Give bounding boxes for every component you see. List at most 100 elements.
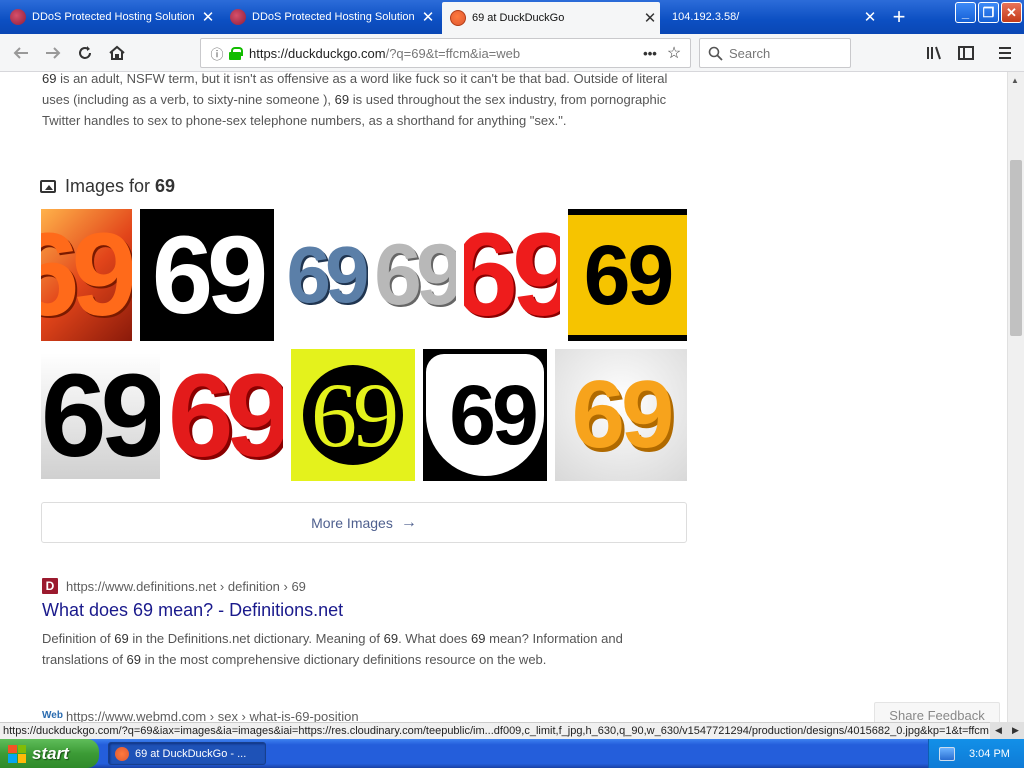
snippet-term: 69 (334, 92, 350, 107)
result-title-link[interactable]: What does 69 mean? - Definitions.net (42, 600, 692, 621)
scroll-up-icon[interactable]: ▲ (1011, 76, 1019, 85)
tab-title: DDoS Protected Hosting Solution (252, 11, 415, 23)
arrow-right-icon (46, 47, 61, 59)
menu-button[interactable] (991, 39, 1019, 67)
images-heading: Images for 69 (40, 176, 175, 197)
image-thumbnail[interactable]: 69 (140, 209, 274, 341)
page-actions-icon[interactable]: ••• (638, 46, 662, 61)
thumbnail-label: 69 (464, 209, 560, 341)
tab-ddos-2[interactable]: DDoS Protected Hosting Solution ✕ (222, 3, 438, 31)
url-path: /?q=69&t=ffcm&ia=web (385, 45, 521, 61)
back-button[interactable] (7, 39, 35, 67)
tab-title: DDoS Protected Hosting Solution (32, 11, 195, 23)
image-thumbnail[interactable]: 69 (41, 209, 132, 341)
new-tab-button[interactable]: + (884, 3, 914, 31)
thumbnail-label: 69 (449, 367, 538, 462)
home-button[interactable] (103, 39, 131, 67)
snippet-term: 69 (114, 631, 129, 646)
image-thumbnail[interactable]: 69 (282, 209, 368, 341)
definitions-favicon-icon: D (42, 578, 58, 594)
thumbnail-label: 69 (286, 230, 369, 319)
sidebar-icon (958, 46, 974, 60)
bookmark-star-icon[interactable]: ☆ (662, 43, 686, 63)
reload-icon (79, 46, 91, 59)
close-window-button[interactable]: ✕ (1001, 2, 1022, 23)
navigation-toolbar: ⓘ https://duckduckgo.com /?q=69&t=ffcm&i… (0, 34, 1024, 72)
share-feedback-button[interactable]: Share Feedback (874, 702, 1000, 722)
tab-ddos-1[interactable]: DDoS Protected Hosting Solution ✕ (2, 3, 218, 31)
thumbnail-label: 69 (41, 209, 132, 341)
image-icon (40, 180, 56, 193)
abstract-snippet: 69 is an adult, NSFW term, but it isn't … (42, 72, 690, 131)
snippet-term: 69 (471, 631, 486, 646)
reload-button[interactable] (71, 39, 99, 67)
url-host: https://duckduckgo.com (249, 45, 386, 61)
search-result: D https://www.definitions.net › definiti… (42, 578, 692, 670)
image-thumbnail[interactable]: 69 (464, 209, 560, 341)
close-icon[interactable]: ✕ (640, 9, 660, 27)
image-thumbnail[interactable]: 69 (168, 353, 283, 479)
snippet-text: in the most comprehensive dictionary def… (141, 652, 547, 667)
firefox-icon (115, 746, 129, 761)
hamburger-menu-icon (999, 47, 1011, 59)
tab-duckduckgo[interactable]: 69 at DuckDuckGo ✕ (442, 2, 660, 34)
result-domain: https://www.definitions.net (66, 578, 217, 594)
thumbnail-emblem: 69 (426, 354, 544, 476)
library-button[interactable] (920, 39, 948, 67)
tab-strip: DDoS Protected Hosting Solution ✕ DDoS P… (0, 0, 1024, 34)
tab-title: 69 at DuckDuckGo (472, 12, 565, 24)
network-icon[interactable] (939, 746, 955, 761)
page-content: 69 is an adult, NSFW term, but it isn't … (0, 72, 1007, 722)
thumbnail-label: 69 (311, 365, 399, 465)
image-thumbnail[interactable]: 69 (555, 349, 687, 481)
arrow-right-icon: → (400, 513, 417, 531)
minimize-button[interactable]: _ (955, 2, 976, 23)
result-url: https://www.webmd.com › sex › what-is-69… (66, 709, 359, 722)
thumbnail-label: 69 (41, 353, 160, 479)
snippet-text: in the Definitions.net dictionary. Meani… (128, 631, 384, 646)
taskbar-item-label: 69 at DuckDuckGo - ... (135, 747, 247, 760)
search-result-partial[interactable]: Web https://www.webmd.com › sex › what-i… (42, 709, 692, 722)
vertical-scrollbar[interactable]: ▲ (1007, 72, 1024, 722)
windows-taskbar: start 69 at DuckDuckGo - ... 3:04 PM (0, 739, 1024, 768)
arrow-left-icon (13, 47, 28, 59)
images-heading-label: Images for (65, 176, 151, 196)
clock: 3:04 PM (969, 747, 1010, 760)
scroll-right-icon[interactable]: ▶ (1007, 722, 1024, 739)
scrollbar-thumb[interactable] (1010, 160, 1022, 336)
forward-button[interactable] (39, 39, 67, 67)
images-heading-query: 69 (155, 176, 176, 196)
scroll-left-icon[interactable]: ◀ (990, 722, 1007, 739)
close-icon[interactable]: ✕ (860, 8, 880, 26)
close-icon[interactable]: ✕ (418, 8, 438, 26)
thumbnail-label: 69 (571, 361, 675, 468)
start-label: start (32, 743, 69, 763)
duckduckgo-icon (450, 10, 466, 26)
search-input[interactable]: Search (699, 38, 851, 68)
image-thumbnail[interactable]: 69 (41, 353, 160, 479)
search-placeholder: Search (729, 45, 771, 61)
result-url[interactable]: D https://www.definitions.net › definiti… (42, 578, 692, 594)
address-bar[interactable]: ⓘ https://duckduckgo.com /?q=69&t=ffcm&i… (200, 38, 691, 68)
restore-button[interactable]: ❐ (978, 2, 999, 23)
image-thumbnail[interactable]: 69 (423, 349, 547, 481)
library-icon (927, 46, 941, 60)
image-thumbnail[interactable]: 69 (568, 209, 687, 341)
tab-ip-address[interactable]: 104.192.3.58/ ✕ (664, 3, 880, 31)
system-tray: 3:04 PM (928, 739, 1024, 768)
close-icon[interactable]: ✕ (198, 8, 218, 26)
image-thumbnail[interactable]: 69 (376, 209, 456, 341)
image-thumbnail[interactable]: 69 (291, 349, 415, 481)
snippet-text: Definition of (42, 631, 115, 646)
site-favicon (230, 9, 246, 25)
site-favicon (10, 9, 26, 25)
taskbar-item-firefox[interactable]: 69 at DuckDuckGo - ... (108, 742, 266, 765)
result-path: › definition › 69 (216, 578, 306, 594)
snippet-term: 69 (42, 72, 57, 86)
info-icon[interactable]: ⓘ (207, 44, 227, 63)
thumbnail-label: 69 (583, 227, 674, 322)
sidebar-button[interactable] (952, 39, 980, 67)
snippet-text: . What does (398, 631, 472, 646)
more-images-button[interactable]: More Images → (41, 502, 687, 543)
start-button[interactable]: start (0, 739, 99, 768)
